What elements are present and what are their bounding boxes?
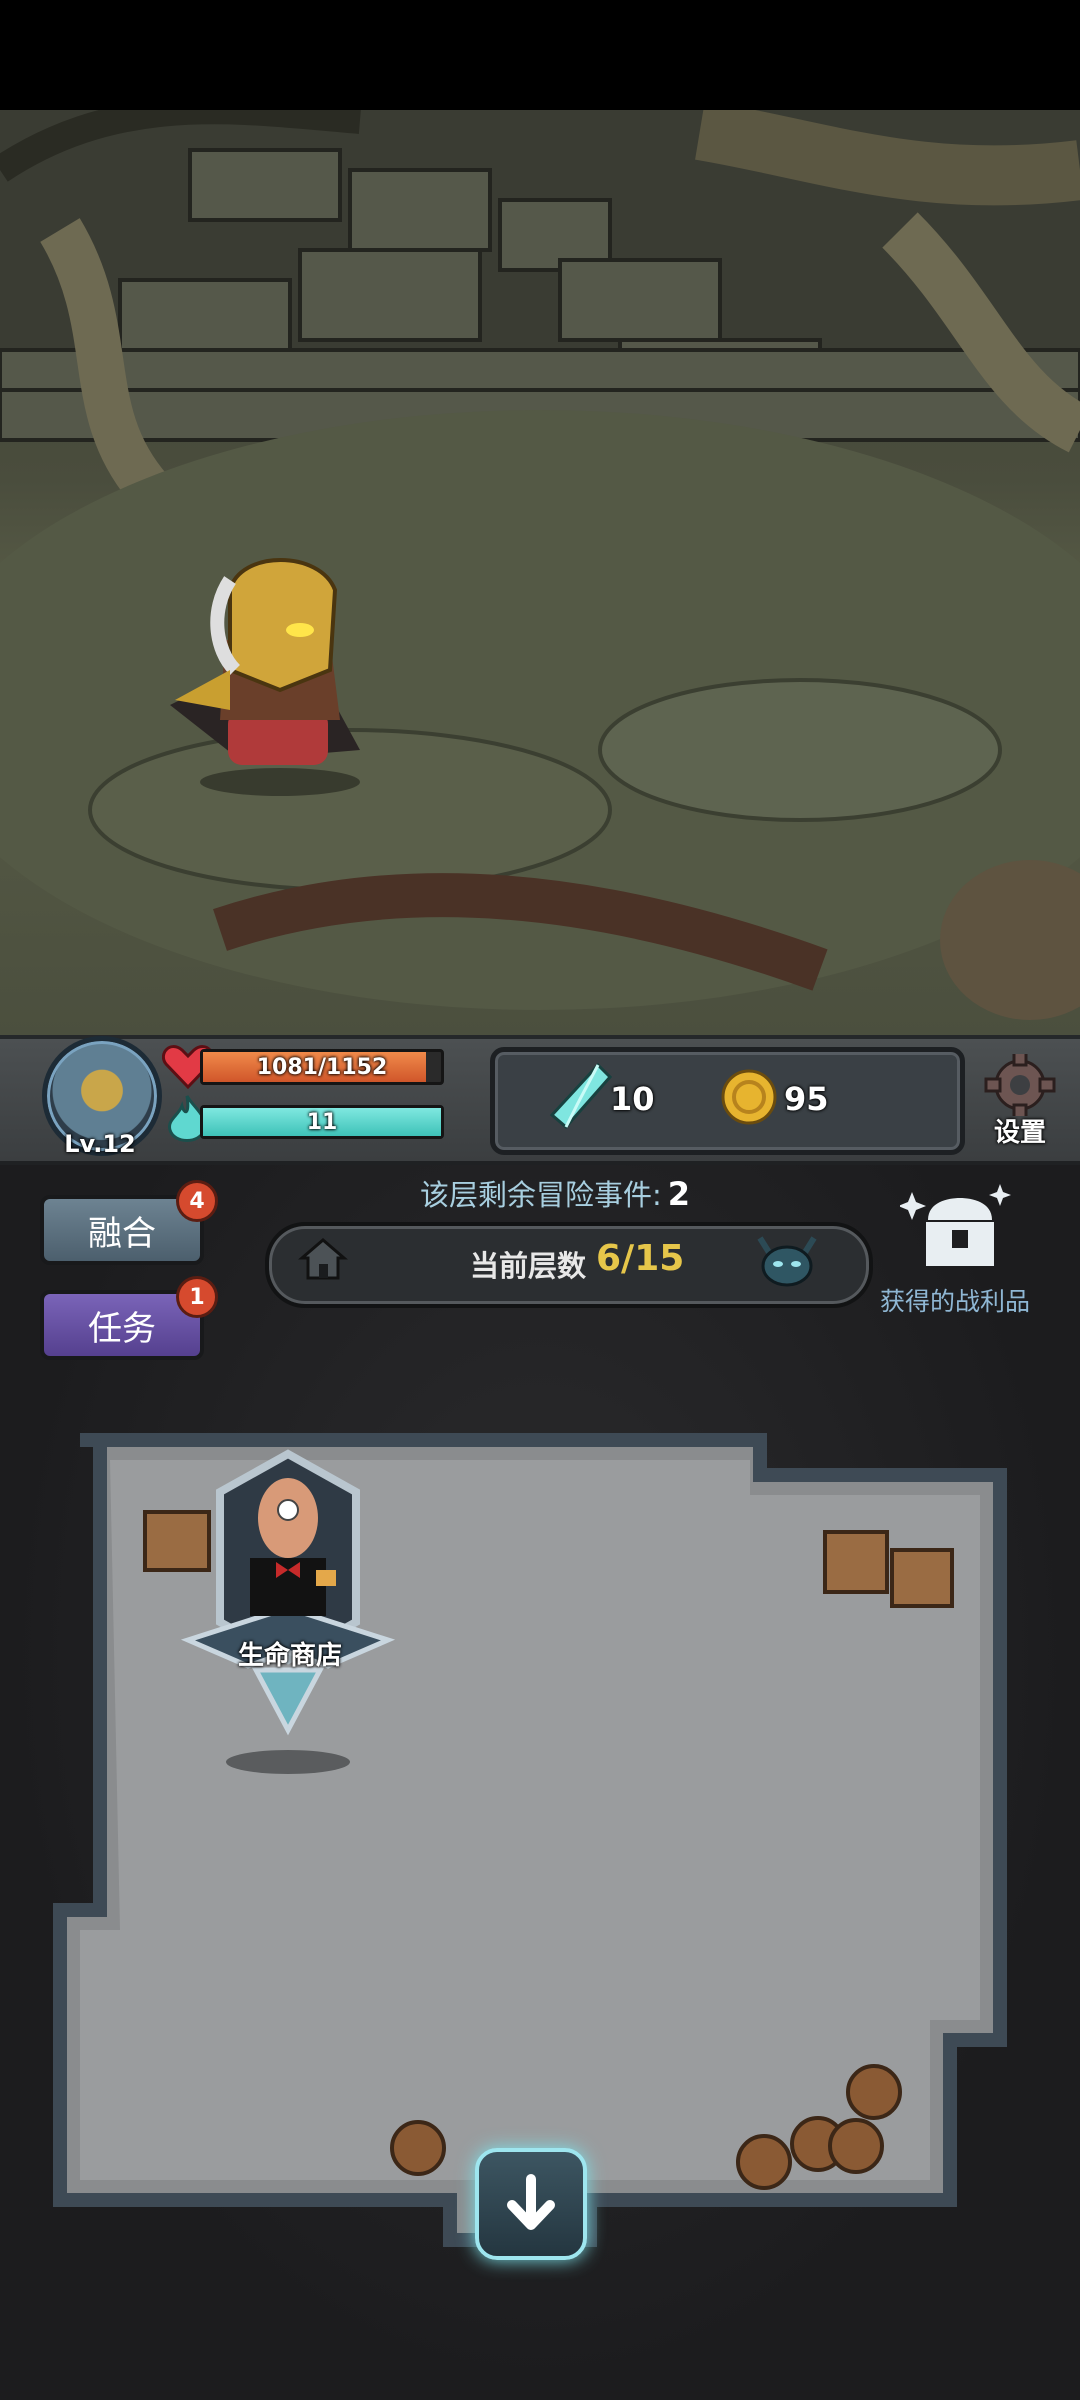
- hp-text: 1081/1152: [256, 1054, 388, 1080]
- floor-label: 当前层数: [470, 1249, 587, 1283]
- loot-button[interactable]: [898, 1180, 1020, 1280]
- room-map: [0, 1380, 1080, 2260]
- crystal-icon: [548, 1062, 613, 1130]
- events-remaining: 该层剩余冒险事件: 2: [420, 1172, 690, 1214]
- fuse-badge: 4: [176, 1180, 218, 1222]
- events-count: 2: [667, 1175, 691, 1213]
- arrow-down-icon: [507, 2174, 555, 2230]
- descend-button[interactable]: [475, 2148, 587, 2260]
- loot-label: 获得的战利品: [880, 1287, 1031, 1316]
- chest-icon: [898, 1184, 1011, 1266]
- floor-value: 6/15: [596, 1238, 685, 1279]
- house-icon: [297, 1234, 349, 1284]
- coin-icon: [720, 1068, 778, 1126]
- life-shop-node[interactable]: [168, 1440, 408, 1740]
- shopkeeper-badge: [180, 1449, 396, 1736]
- battle-scene: [0, 110, 1080, 1035]
- coin-count: 95: [784, 1080, 829, 1118]
- gear-icon: [984, 1049, 1056, 1121]
- mp-text: 11: [306, 1109, 338, 1135]
- demon-head-icon: [754, 1234, 820, 1288]
- task-label: 任务: [88, 1308, 156, 1349]
- mp-bar: 11: [200, 1105, 444, 1139]
- hp-bar: 1081/1152: [200, 1049, 444, 1085]
- fuse-label: 融合: [88, 1213, 156, 1254]
- task-badge: 1: [176, 1276, 218, 1318]
- settings-label: 设置: [993, 1118, 1046, 1148]
- crystal-count: 10: [610, 1080, 655, 1118]
- player-level: Lv.12: [64, 1130, 136, 1158]
- life-shop-label: 生命商店: [237, 1641, 342, 1671]
- events-label: 该层剩余冒险事件:: [420, 1178, 662, 1212]
- top-black-bar: [0, 0, 1080, 110]
